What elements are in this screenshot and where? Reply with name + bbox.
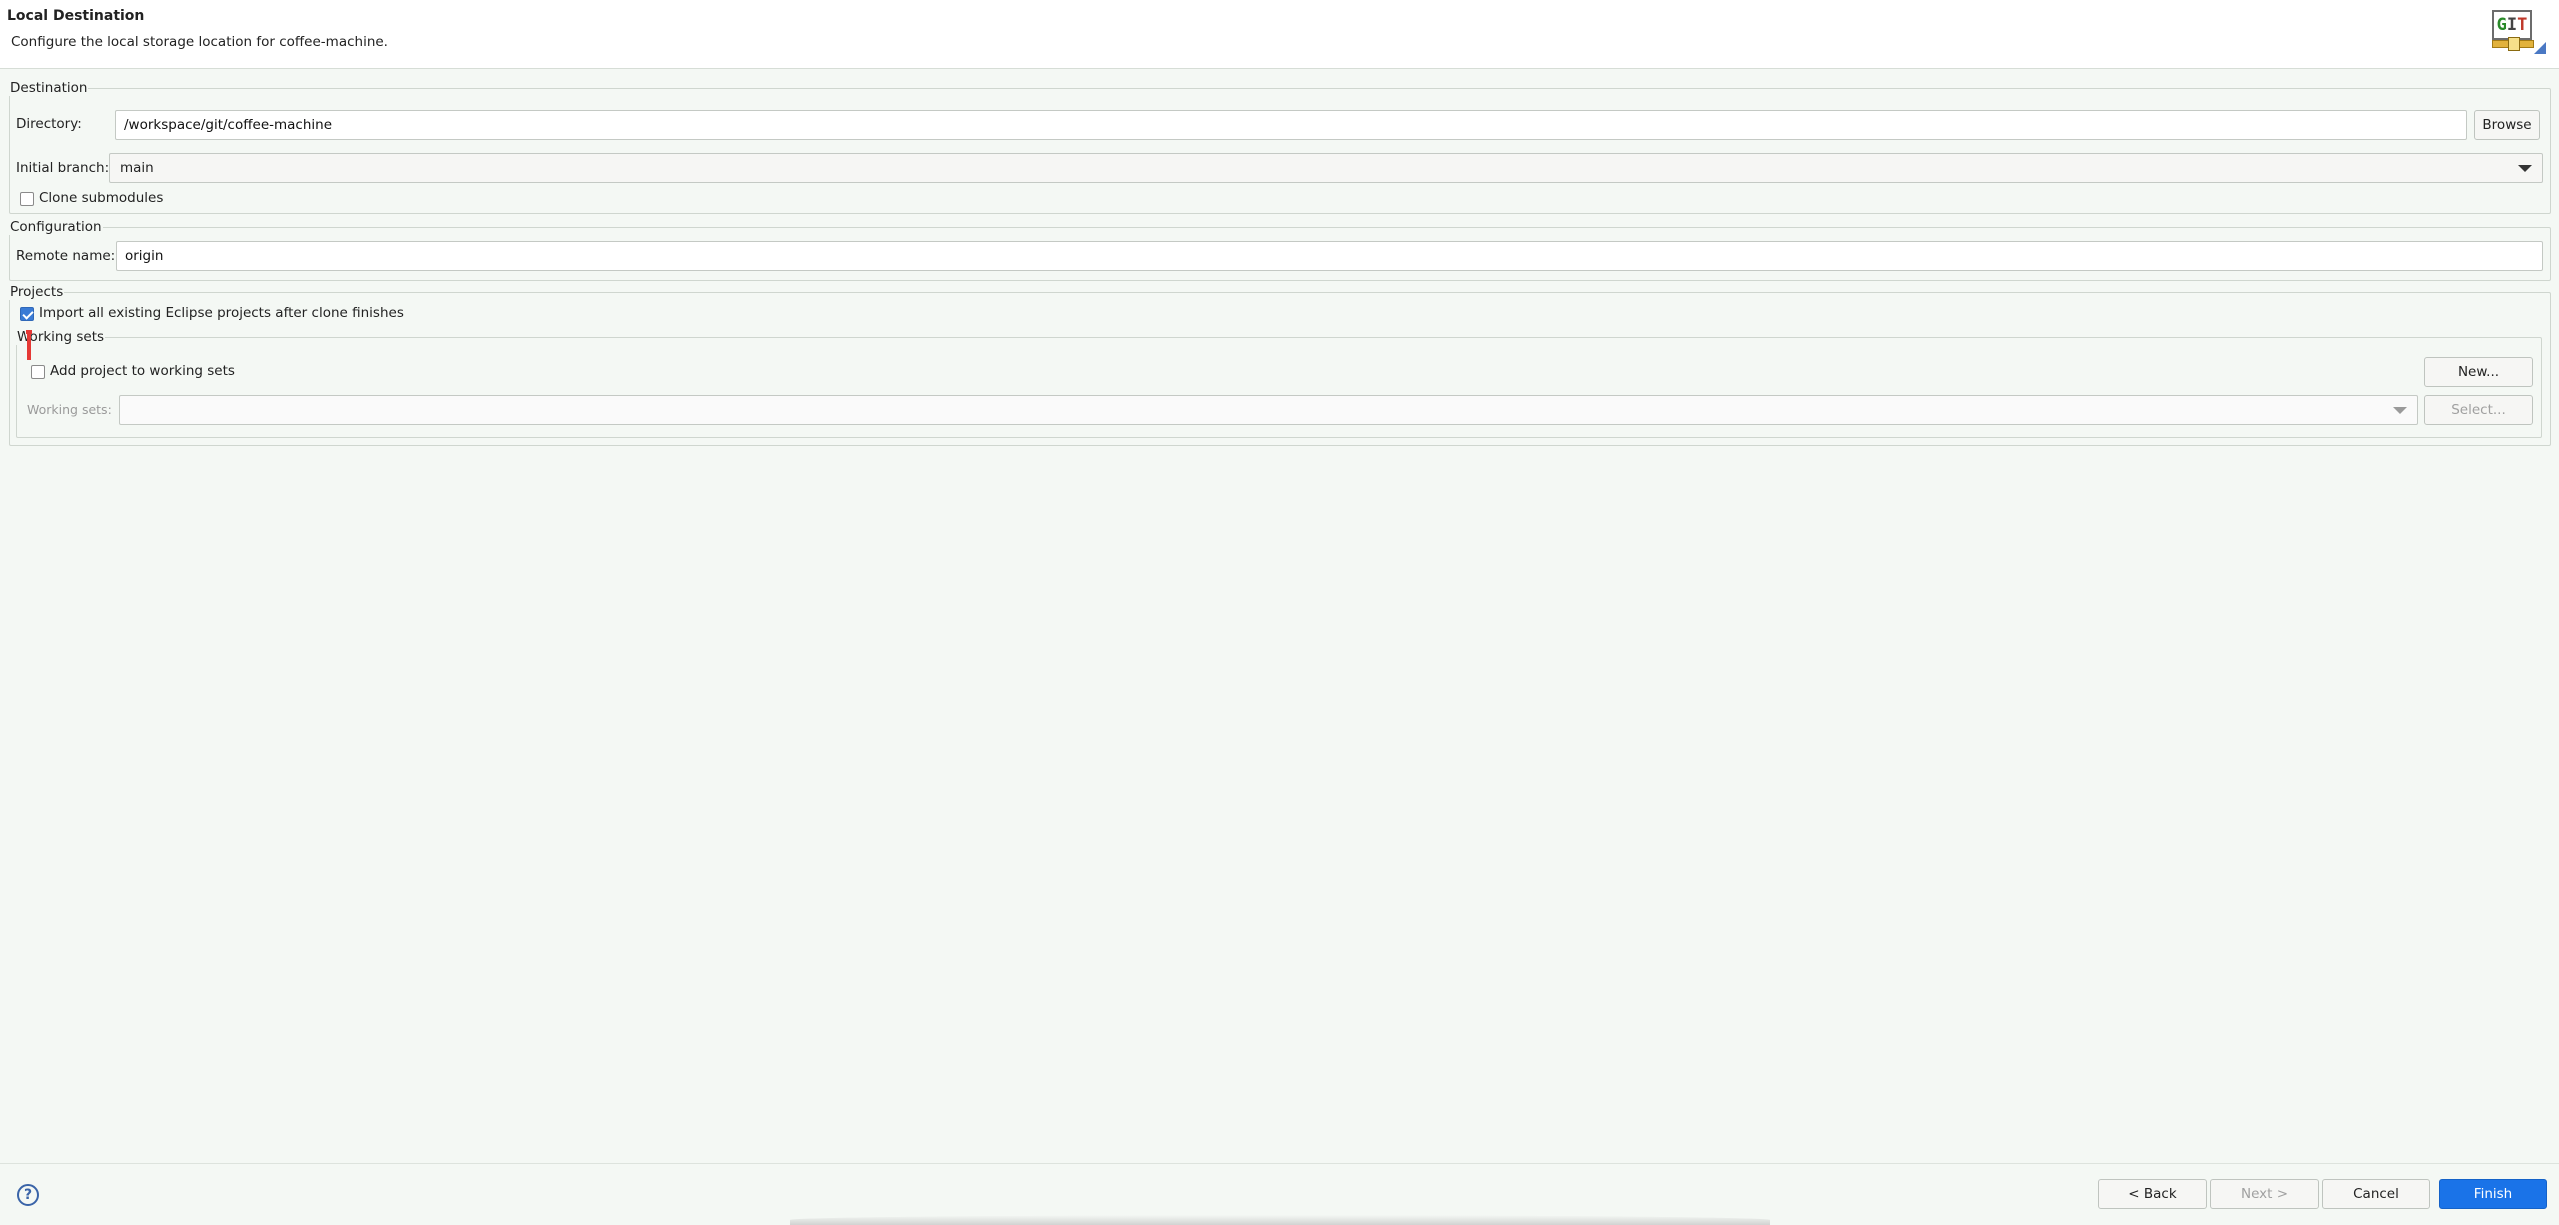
add-to-working-sets-label[interactable]: Add project to working sets <box>50 363 235 379</box>
working-sets-label: Working sets: <box>27 402 112 417</box>
import-projects-label[interactable]: Import all existing Eclipse projects aft… <box>39 305 404 321</box>
clone-submodules-label[interactable]: Clone submodules <box>39 190 163 206</box>
git-logo-knob <box>2508 37 2520 51</box>
git-logo-icon: GIT <box>2492 10 2548 54</box>
initial-branch-value: main <box>120 160 154 176</box>
projects-legend: Projects <box>10 284 64 300</box>
configuration-legend: Configuration <box>10 219 102 235</box>
clone-submodules-checkbox[interactable] <box>20 192 34 206</box>
footer-separator <box>0 1163 2559 1164</box>
directory-input[interactable] <box>115 110 2467 140</box>
initial-branch-select[interactable]: main <box>109 153 2543 183</box>
cancel-button[interactable]: Cancel <box>2322 1179 2430 1209</box>
page-description: Configure the local storage location for… <box>11 34 388 50</box>
page-title: Local Destination <box>7 8 145 24</box>
new-working-set-button[interactable]: New... <box>2424 357 2533 387</box>
window-bottom-shadow <box>790 1215 1770 1225</box>
git-logo-box: GIT <box>2492 10 2532 40</box>
add-to-working-sets-checkbox[interactable] <box>31 365 45 379</box>
finish-button[interactable]: Finish <box>2439 1179 2547 1209</box>
browse-button[interactable]: Browse <box>2474 110 2540 140</box>
git-logo-corner <box>2534 42 2546 54</box>
next-button[interactable]: Next > <box>2210 1179 2319 1209</box>
red-cursor-marker <box>26 330 32 360</box>
directory-label: Directory: <box>16 116 82 132</box>
chevron-down-icon <box>2393 407 2407 414</box>
import-projects-checkbox[interactable] <box>20 307 34 321</box>
initial-branch-label: Initial branch: <box>16 160 110 176</box>
remote-name-input[interactable] <box>116 241 2543 271</box>
remote-name-label: Remote name: <box>16 248 116 264</box>
working-sets-select[interactable] <box>119 395 2418 425</box>
wizard-banner: Local Destination Configure the local st… <box>0 0 2559 69</box>
destination-group: Destination <box>9 80 2551 214</box>
chevron-down-icon <box>2518 165 2532 172</box>
select-working-sets-button[interactable]: Select... <box>2424 395 2533 425</box>
back-button[interactable]: < Back <box>2098 1179 2207 1209</box>
destination-legend: Destination <box>10 80 88 96</box>
help-icon[interactable]: ? <box>17 1184 39 1206</box>
